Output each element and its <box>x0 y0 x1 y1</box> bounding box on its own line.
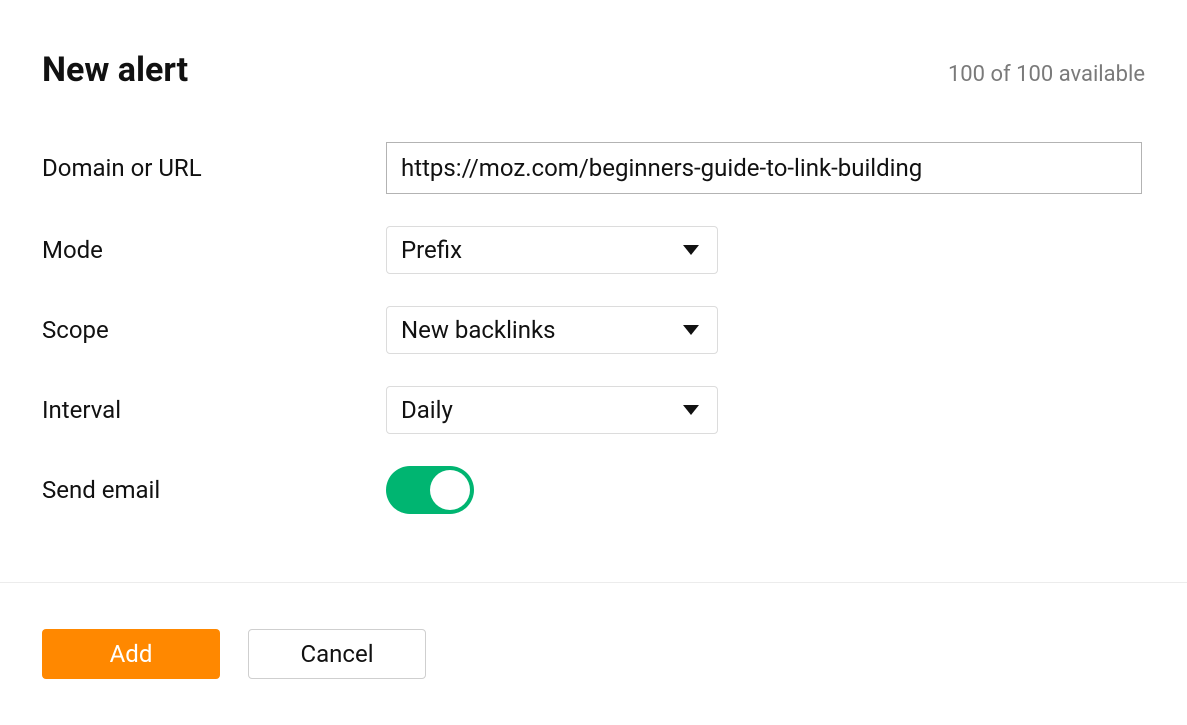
chevron-down-icon <box>683 405 699 415</box>
toggle-knob <box>430 470 470 510</box>
send-email-toggle[interactable] <box>386 466 474 514</box>
mode-select[interactable]: Prefix <box>386 226 718 274</box>
page-title: New alert <box>42 50 188 90</box>
chevron-down-icon <box>683 245 699 255</box>
send-email-label: Send email <box>42 476 386 504</box>
send-email-row: Send email <box>42 466 1145 514</box>
mode-label: Mode <box>42 236 386 264</box>
availability-text: 100 of 100 available <box>948 62 1145 87</box>
domain-row: Domain or URL <box>42 142 1145 194</box>
interval-value: Daily <box>401 396 453 424</box>
add-button[interactable]: Add <box>42 629 220 679</box>
chevron-down-icon <box>683 325 699 335</box>
domain-label: Domain or URL <box>42 154 386 182</box>
interval-row: Interval Daily <box>42 386 1145 434</box>
scope-row: Scope New backlinks <box>42 306 1145 354</box>
interval-select[interactable]: Daily <box>386 386 718 434</box>
cancel-button[interactable]: Cancel <box>248 629 426 679</box>
form-header: New alert 100 of 100 available <box>42 50 1145 90</box>
interval-label: Interval <box>42 396 386 424</box>
mode-value: Prefix <box>401 236 462 264</box>
footer-actions: Add Cancel <box>0 582 1187 725</box>
scope-select[interactable]: New backlinks <box>386 306 718 354</box>
mode-row: Mode Prefix <box>42 226 1145 274</box>
scope-value: New backlinks <box>401 316 556 344</box>
scope-label: Scope <box>42 316 386 344</box>
domain-input[interactable] <box>386 142 1142 194</box>
